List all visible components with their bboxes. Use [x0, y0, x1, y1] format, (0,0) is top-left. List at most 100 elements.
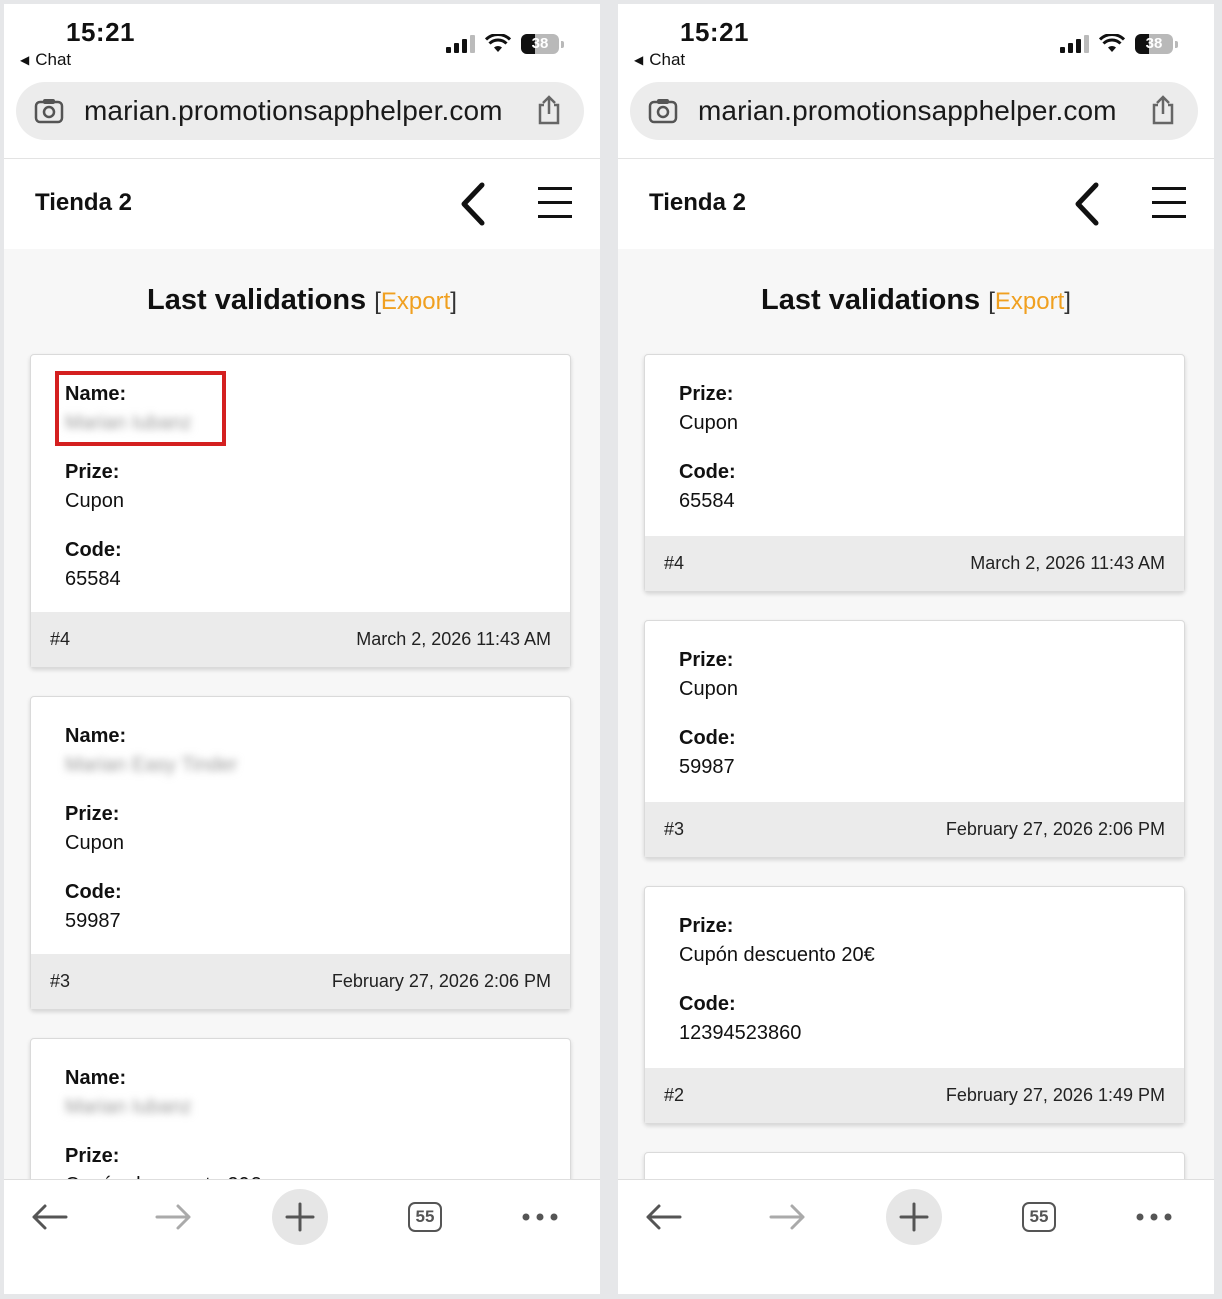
- page-heading: Last validations [Export]: [4, 284, 600, 317]
- tabs-button[interactable]: 55: [1011, 1189, 1067, 1245]
- battery-tip: [561, 40, 564, 48]
- name-field: Name: Marian Iubanz: [65, 1065, 536, 1120]
- new-tab-button[interactable]: [886, 1189, 942, 1245]
- prize-label: Prize:: [65, 461, 120, 483]
- name-label: Name:: [65, 383, 127, 405]
- export-link[interactable]: Export: [381, 288, 450, 315]
- browser-back-button[interactable]: [635, 1189, 691, 1245]
- heading-text: Last validations: [147, 284, 367, 316]
- prize-field: Prize: Cupon: [679, 381, 1150, 436]
- code-field: Code: 59987: [65, 879, 536, 934]
- app-header: Tienda 2: [618, 159, 1214, 249]
- code-label: Code:: [65, 539, 122, 561]
- back-to-chat-label: Chat: [35, 50, 72, 69]
- code-field: Code: 59987: [679, 725, 1150, 780]
- prize-value: Cupon: [679, 678, 738, 700]
- status-bar: 15:21 ◀ Chat 38: [4, 4, 600, 78]
- battery-level: 38: [531, 35, 549, 52]
- validation-card: Name: Marian Easy Tinder Prize: Cupon Co…: [30, 696, 571, 1010]
- address-bar[interactable]: marian.promotionsapphelper.com: [16, 82, 584, 140]
- back-chevron-icon[interactable]: [458, 181, 488, 227]
- browser-toolbar: 55: [618, 1179, 1214, 1294]
- validation-card: Name: Marian Iubanz Prize: Cupón descuen…: [30, 1038, 571, 1180]
- hamburger-menu-icon[interactable]: [1152, 185, 1186, 221]
- validation-date: February 27, 2026 2:06 PM: [945, 819, 1165, 839]
- visual-search-icon[interactable]: [34, 98, 64, 124]
- name-value-redacted: Marian Iubanz: [65, 412, 192, 434]
- prize-value: Cupon: [65, 832, 124, 854]
- code-value: 59987: [65, 910, 121, 932]
- battery-tip: [1175, 40, 1178, 48]
- wifi-icon: [485, 34, 511, 52]
- tabs-button[interactable]: 55: [397, 1189, 453, 1245]
- code-label: Code:: [679, 993, 736, 1015]
- browser-back-button[interactable]: [21, 1189, 77, 1245]
- more-options-button[interactable]: [512, 1189, 568, 1245]
- validation-date: March 2, 2026 11:43 AM: [356, 629, 551, 649]
- validation-card: Prize: Cupon Code: 65584 #4 March 2, 2026…: [644, 354, 1185, 592]
- store-title: Tienda 2: [649, 189, 746, 216]
- name-label: Name:: [65, 1067, 127, 1089]
- status-bar: 15:21 ◀ Chat 38: [618, 4, 1214, 78]
- plus-icon: [899, 1202, 929, 1232]
- card-footer: #4 March 2, 2026 11:43 AM: [31, 612, 570, 667]
- page-heading: Last validations [Export]: [618, 284, 1214, 317]
- code-value: 65584: [65, 568, 121, 590]
- tabs-count-badge: 55: [408, 1202, 442, 1232]
- name-value-redacted: Marian Easy Tinder: [65, 754, 238, 776]
- name-field: Name: Marian Easy Tinder: [65, 723, 536, 778]
- share-icon[interactable]: [536, 95, 562, 125]
- more-options-button[interactable]: [1126, 1189, 1182, 1245]
- app-header: Tienda 2: [4, 159, 600, 249]
- validation-card: Prize: Cupón descuento 20€ Code: 1239452…: [644, 886, 1185, 1124]
- prize-label: Prize:: [65, 1145, 120, 1167]
- visual-search-icon[interactable]: [648, 98, 678, 124]
- back-to-chat-link[interactable]: ◀ Chat: [20, 50, 71, 70]
- code-field: Code: 65584: [65, 537, 536, 592]
- prize-label: Prize:: [679, 383, 734, 405]
- clock: 15:21: [66, 17, 135, 47]
- browser-forward-button[interactable]: [760, 1189, 816, 1245]
- validation-card: Name: Marian Iubanz Prize: Cupon Code: 6…: [30, 354, 571, 668]
- arrow-left-icon: [646, 1204, 682, 1230]
- card-footer: #2 February 27, 2026 1:49 PM: [645, 1068, 1184, 1123]
- new-tab-button[interactable]: [272, 1189, 328, 1245]
- code-label: Code:: [65, 881, 122, 903]
- code-label: Code:: [679, 727, 736, 749]
- prize-value: Cupon: [679, 412, 738, 434]
- prize-field: Prize: Cupon: [65, 801, 536, 856]
- address-bar[interactable]: marian.promotionsapphelper.com: [630, 82, 1198, 140]
- phone-screenshot-left: 15:21 ◀ Chat 38 marian.promotionsapphelpe…: [4, 4, 600, 1294]
- arrow-left-icon: [32, 1204, 68, 1230]
- cellular-signal-icon: [446, 35, 475, 53]
- code-label: Code:: [679, 461, 736, 483]
- heading-text: Last validations: [761, 284, 981, 316]
- clock: 15:21: [680, 17, 749, 47]
- prize-field: Prize: Cupon: [65, 459, 536, 514]
- share-icon[interactable]: [1150, 95, 1176, 125]
- prize-label: Prize:: [679, 915, 734, 937]
- hamburger-menu-icon[interactable]: [538, 185, 572, 221]
- name-field-highlighted: Name: Marian Iubanz: [55, 371, 226, 446]
- card-footer: #3 February 27, 2026 2:06 PM: [645, 802, 1184, 857]
- validation-card: Prize: Cupon Code: 59987 #3 February 27, …: [644, 620, 1185, 858]
- code-field: Code: 65584: [679, 459, 1150, 514]
- back-triangle-icon: ◀: [634, 53, 644, 67]
- code-value: 12394523860: [679, 1022, 802, 1044]
- card-footer: #4 March 2, 2026 11:43 AM: [645, 536, 1184, 591]
- validation-card-partial: [644, 1152, 1185, 1180]
- back-to-chat-link[interactable]: ◀ Chat: [634, 50, 685, 70]
- browser-forward-button[interactable]: [146, 1189, 202, 1245]
- prize-value: Cupon: [65, 490, 124, 512]
- export-link[interactable]: Export: [995, 288, 1064, 315]
- back-chevron-icon[interactable]: [1072, 181, 1102, 227]
- battery-icon: 38: [521, 34, 559, 54]
- prize-label: Prize:: [679, 649, 734, 671]
- cellular-signal-icon: [1060, 35, 1089, 53]
- name-value-redacted: Marian Iubanz: [65, 1096, 192, 1118]
- url-text: marian.promotionsapphelper.com: [84, 95, 503, 126]
- more-dots-icon: [1136, 1213, 1172, 1221]
- card-footer: #3 February 27, 2026 2:06 PM: [31, 954, 570, 1009]
- arrow-right-icon: [155, 1204, 191, 1230]
- validation-date: February 27, 2026 1:49 PM: [945, 1085, 1165, 1105]
